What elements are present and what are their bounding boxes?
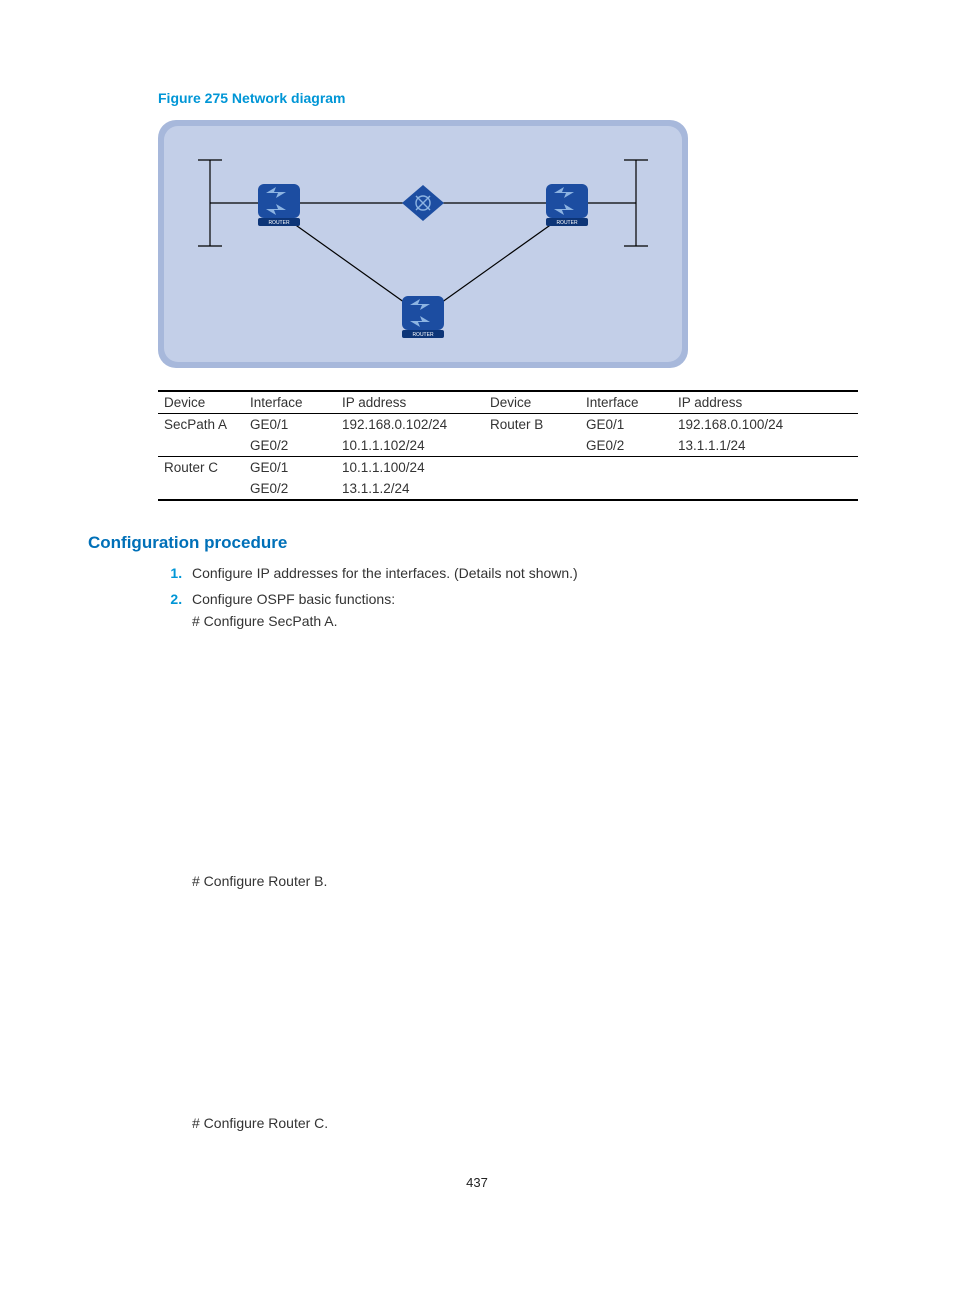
router-b-icon: ROUTER xyxy=(546,184,588,226)
step-2c: # Configure Router C. xyxy=(192,1115,866,1131)
th-ip2: IP address xyxy=(672,391,858,414)
step-1-text: Configure IP addresses for the interface… xyxy=(192,565,578,581)
cell: GE0/2 xyxy=(244,435,336,457)
cell: 13.1.1.2/24 xyxy=(336,478,484,500)
cell: 13.1.1.1/24 xyxy=(672,435,858,457)
cell xyxy=(484,457,580,479)
th-ip: IP address xyxy=(336,391,484,414)
page-number: 437 xyxy=(88,1175,866,1190)
cell: 192.168.0.102/24 xyxy=(336,414,484,436)
th-device: Device xyxy=(158,391,244,414)
th-interface: Interface xyxy=(244,391,336,414)
cell: Router B xyxy=(484,414,580,436)
cell: 10.1.1.102/24 xyxy=(336,435,484,457)
table-header-row: Device Interface IP address Device Inter… xyxy=(158,391,858,414)
th-interface2: Interface xyxy=(580,391,672,414)
cell: SecPath A xyxy=(158,414,244,436)
cell: GE0/1 xyxy=(244,414,336,436)
router-c-icon: ROUTER xyxy=(402,296,444,338)
cell: 192.168.0.100/24 xyxy=(672,414,858,436)
secpath-a-icon: ROUTER xyxy=(258,184,300,226)
svg-text:ROUTER: ROUTER xyxy=(556,220,578,226)
cell: 10.1.1.100/24 xyxy=(336,457,484,479)
table-row: GE0/2 10.1.1.102/24 GE0/2 13.1.1.1/24 xyxy=(158,435,858,457)
th-device2: Device xyxy=(484,391,580,414)
cell xyxy=(580,457,672,479)
step-2a: # Configure SecPath A. xyxy=(192,613,866,629)
cell xyxy=(158,435,244,457)
cell xyxy=(672,478,858,500)
steps-list: Configure IP addresses for the interface… xyxy=(158,565,866,629)
table-row: SecPath A GE0/1 192.168.0.102/24 Router … xyxy=(158,414,858,436)
figure-title: Figure 275 Network diagram xyxy=(158,90,866,106)
table-row: GE0/2 13.1.1.2/24 xyxy=(158,478,858,500)
cell xyxy=(672,457,858,479)
svg-text:ROUTER: ROUTER xyxy=(412,332,434,338)
configuration-procedure-heading: Configuration procedure xyxy=(88,533,866,553)
cell: GE0/2 xyxy=(244,478,336,500)
address-table: Device Interface IP address Device Inter… xyxy=(158,390,858,501)
cell xyxy=(580,478,672,500)
step-2: Configure OSPF basic functions: # Config… xyxy=(186,591,866,629)
table-row: Router C GE0/1 10.1.1.100/24 xyxy=(158,457,858,479)
switch-icon xyxy=(402,185,444,221)
cell: GE0/1 xyxy=(580,414,672,436)
cell: GE0/1 xyxy=(244,457,336,479)
cell: GE0/2 xyxy=(580,435,672,457)
step-1: Configure IP addresses for the interface… xyxy=(186,565,866,581)
cell: Router C xyxy=(158,457,244,479)
network-diagram: ROUTER ROUTER xyxy=(158,120,688,368)
cell xyxy=(484,478,580,500)
cell xyxy=(484,435,580,457)
cell xyxy=(158,478,244,500)
step-2b: # Configure Router B. xyxy=(192,873,866,889)
topology-svg: ROUTER ROUTER xyxy=(158,120,688,368)
svg-text:ROUTER: ROUTER xyxy=(268,220,290,226)
step-2-text: Configure OSPF basic functions: xyxy=(192,591,395,607)
